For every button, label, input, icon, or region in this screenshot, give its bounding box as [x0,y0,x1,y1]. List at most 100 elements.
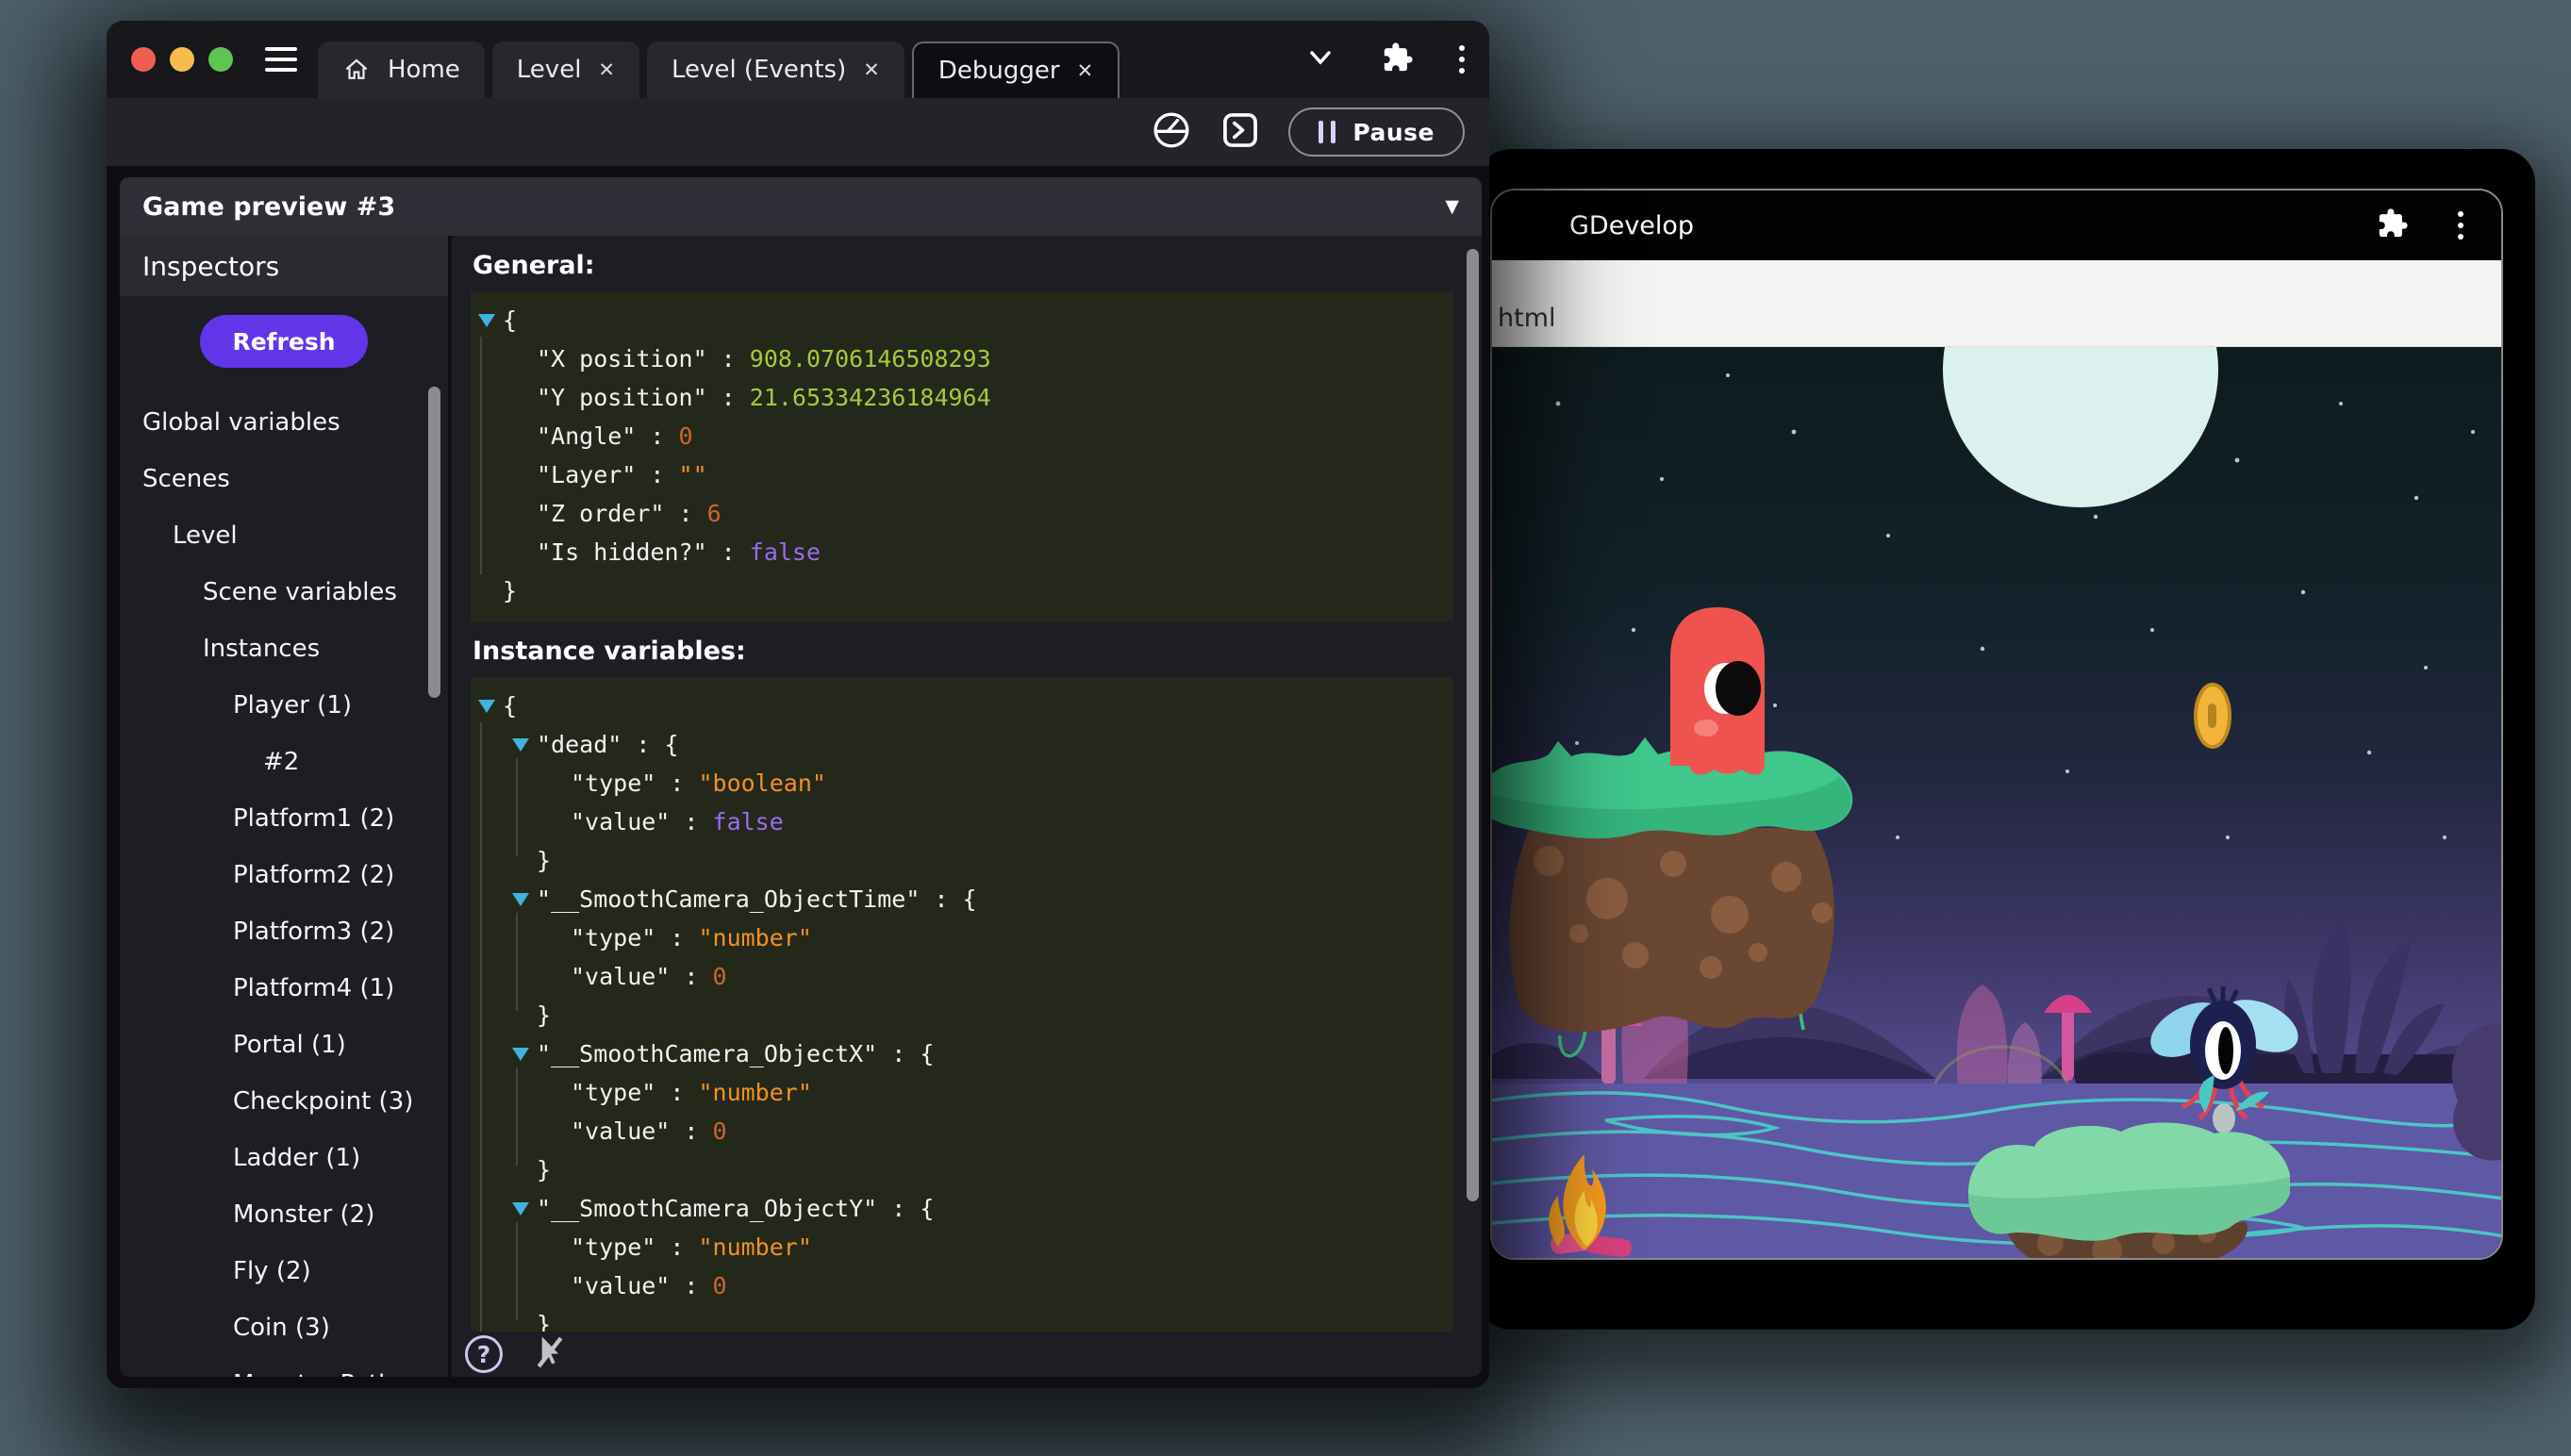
tree-item[interactable]: Platform1 (2) [120,790,448,847]
json-line: "type" : "number" [476,918,1446,957]
player-character [1670,607,1765,775]
tree-item-label: Portal (1) [233,1031,346,1059]
tab[interactable]: Home [318,41,485,98]
tab-label: Debugger [938,57,1060,85]
json-line-text: "__SmoothCamera_ObjectY" : { [537,1189,934,1228]
tree-item-label: #2 [263,748,299,776]
address-text: html [1498,304,1556,333]
collapse-triangle-icon[interactable] [478,314,495,327]
tree-item-label: Platform1 (2) [233,804,394,833]
json-line-text: "dead" : { [537,725,679,764]
collapse-triangle-icon[interactable] [512,738,529,752]
game-viewport[interactable] [1492,347,2501,1258]
tree-item[interactable]: #2 [120,734,448,790]
json-line: "Layer" : "" [476,455,1446,494]
game-window-title: GDevelop [1569,211,1694,240]
refresh-button[interactable]: Refresh [200,315,367,368]
panel-scrollbar[interactable] [1467,249,1479,1201]
tree-item[interactable]: Level [120,507,448,564]
json-line: "Angle" : 0 [476,417,1446,455]
tree-item[interactable]: Fly (2) [120,1243,448,1299]
collapse-triangle-icon[interactable] [512,893,529,906]
json-line: "type" : "boolean" [476,764,1446,802]
spiky-plants [2284,909,2445,1075]
debugger-window: Home Level ✕ Level (Events) ✕ Debugger ✕ [107,21,1489,1388]
json-line: "dead" : { [476,725,1446,764]
tree-item[interactable]: Player (1) [120,677,448,734]
tree-item[interactable]: Scenes [120,451,448,507]
home-icon [342,56,371,84]
kebab-menu-icon[interactable] [2458,211,2463,240]
tab-bar: Home Level ✕ Level (Events) ✕ Debugger ✕ [318,41,1120,98]
address-bar[interactable]: html [1492,260,2501,347]
tree-item[interactable]: Monster Path [120,1356,448,1377]
tree-item-label: Scenes [142,465,230,493]
json-line: } [476,571,1446,610]
tree-item[interactable]: Global variables [120,394,448,451]
help-icon[interactable]: ? [465,1335,503,1373]
instance-variables-json-view: { "dead" : { "type" : "boolean" "value" … [471,677,1453,1332]
extensions-puzzle-icon[interactable] [2377,207,2409,243]
chevron-down-icon[interactable] [1304,45,1336,74]
tree-item[interactable]: Portal (1) [120,1017,448,1073]
tab-close-icon[interactable]: ✕ [1077,59,1094,82]
game-preview-title: Game preview #3 [142,192,395,222]
close-window-button[interactable] [131,47,156,72]
json-line-text: { [503,301,517,339]
json-line-text: "type" : "boolean" [571,764,826,802]
tree-item-label: Global variables [142,408,340,437]
tree-item-label: Monster Path [233,1370,394,1377]
tree-item[interactable]: Scene variables [120,564,448,620]
tab-label: Home [388,56,460,84]
profiler-icon[interactable] [1151,109,1192,155]
minimize-window-button[interactable] [170,47,194,72]
extensions-puzzle-icon[interactable] [1382,41,1414,77]
tree-item-label: Instances [203,635,320,663]
tree-item-label: Ladder (1) [233,1144,360,1172]
pointer-off-icon[interactable] [531,1332,569,1377]
tab[interactable]: Level ✕ [492,41,639,98]
tree-item[interactable]: Monster (2) [120,1186,448,1243]
json-line: } [476,1305,1446,1332]
debugger-toolbar: Pause [107,98,1489,166]
tab[interactable]: Debugger ✕ [912,41,1120,98]
dropdown-caret-icon[interactable]: ▼ [1445,196,1459,217]
maximize-window-button[interactable] [208,47,233,72]
coin [2196,685,2230,747]
hamburger-menu-icon[interactable] [265,47,297,72]
kebab-menu-icon[interactable] [1459,45,1465,74]
console-icon[interactable] [1220,110,1260,154]
tab[interactable]: Level (Events) ✕ [647,41,904,98]
collapse-triangle-icon[interactable] [512,1202,529,1216]
json-line-text: "Angle" : 0 [537,417,693,455]
tab-close-icon[interactable]: ✕ [598,58,615,81]
json-line-text: } [503,571,517,610]
tree-item[interactable]: Coin (3) [120,1299,448,1356]
pause-icon [1319,121,1335,143]
json-line-text: "type" : "number" [571,1073,812,1112]
collapse-triangle-icon[interactable] [478,700,495,713]
json-line: "value" : 0 [476,957,1446,996]
tree-item-label: Platform4 (1) [233,974,394,1002]
json-line-text: } [537,1150,551,1189]
sidebar-scrollbar[interactable] [428,387,440,698]
json-line-text: "Layer" : "" [537,455,707,494]
floating-island [1492,736,1852,1056]
tree-item[interactable]: Instances [120,620,448,677]
game-preview-selector[interactable]: Game preview #3 ▼ [120,177,1482,236]
tree-item[interactable]: Platform3 (2) [120,903,448,960]
tree-item[interactable]: Platform2 (2) [120,847,448,903]
collapse-triangle-icon[interactable] [512,1048,529,1061]
tree-item[interactable]: Checkpoint (3) [120,1073,448,1130]
pause-button[interactable]: Pause [1288,108,1465,157]
tree-item[interactable]: Platform4 (1) [120,960,448,1017]
json-line: "Is hidden?" : false [476,533,1446,571]
tab-label: Level [517,56,582,84]
json-line: "type" : "number" [476,1073,1446,1112]
tab-close-icon[interactable]: ✕ [863,58,880,81]
tree-item[interactable]: Ladder (1) [120,1130,448,1186]
json-line-text: "type" : "number" [571,918,812,957]
general-section-label: General: [473,251,1482,280]
tree-item-label: Scene variables [203,578,397,606]
tree-item-label: Level [173,521,238,550]
